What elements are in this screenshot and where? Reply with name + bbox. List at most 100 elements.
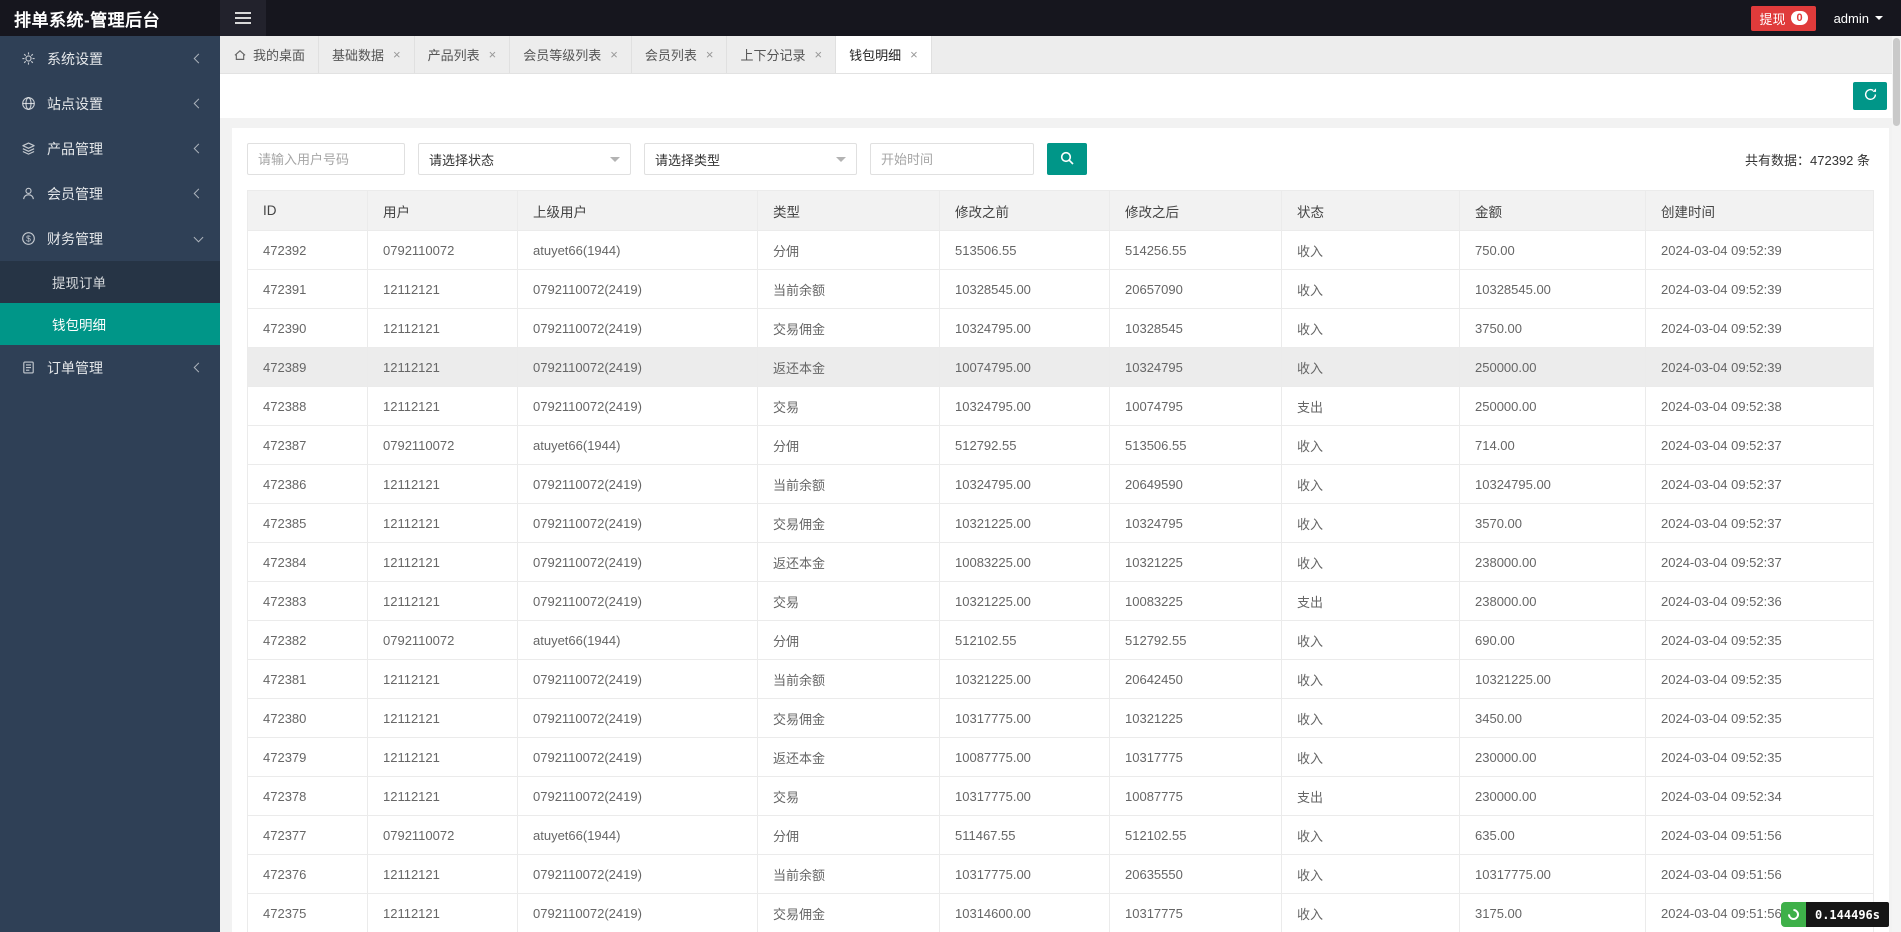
close-icon[interactable]: × xyxy=(610,48,618,61)
type-select[interactable]: 请选择类型 xyxy=(644,143,857,175)
table-cell: 12112121 xyxy=(368,504,518,543)
sidebar-subitem-wallet-details[interactable]: 钱包明细 xyxy=(0,303,220,345)
app-shell: 系统设置站点设置产品管理会员管理 $财务管理提现订单钱包明细订单管理 我的桌面基础… xyxy=(0,36,1901,932)
table-row[interactable]: 4723920792110072atuyet66(1944)分佣513506.5… xyxy=(248,231,1874,270)
close-icon[interactable]: × xyxy=(910,48,918,61)
submenu-finance-management: 提现订单钱包明细 xyxy=(0,261,220,345)
table-row[interactable]: 472388121121210792110072(2419)交易10324795… xyxy=(248,387,1874,426)
sidebar-item-label: 会员管理 xyxy=(47,184,195,204)
trace-time-badge[interactable]: 0.144496s xyxy=(1781,902,1889,927)
status-select-value: 请选择状态 xyxy=(429,150,494,169)
table-cell: 472377 xyxy=(248,816,368,855)
table-row[interactable]: 472380121121210792110072(2419)交易佣金103177… xyxy=(248,699,1874,738)
table-cell: 513506.55 xyxy=(1110,426,1282,465)
table-row[interactable]: 472376121121210792110072(2419)当前余额103177… xyxy=(248,855,1874,894)
column-header: 修改之前 xyxy=(940,191,1110,231)
search-button[interactable] xyxy=(1047,143,1087,175)
table-cell: 2024-03-04 09:52:35 xyxy=(1646,621,1874,660)
table-row[interactable]: 472390121121210792110072(2419)交易佣金103247… xyxy=(248,309,1874,348)
table-cell: 支出 xyxy=(1282,387,1460,426)
sidebar-item-system-settings[interactable]: 系统设置 xyxy=(0,36,220,81)
finance-icon: $ xyxy=(20,231,36,247)
table-cell: 收入 xyxy=(1282,816,1460,855)
tab-member-level-list[interactable]: 会员等级列表× xyxy=(510,36,632,73)
table-row[interactable]: 472385121121210792110072(2419)交易佣金103212… xyxy=(248,504,1874,543)
table-cell: 514256.55 xyxy=(1110,231,1282,270)
tab-label: 我的桌面 xyxy=(253,45,305,64)
tab-member-list[interactable]: 会员列表× xyxy=(632,36,728,73)
table-cell: 10317775.00 xyxy=(940,777,1110,816)
table-cell: atuyet66(1944) xyxy=(518,816,758,855)
table-cell: 472379 xyxy=(248,738,368,777)
table-cell: 12112121 xyxy=(368,894,518,932)
user-number-input[interactable] xyxy=(247,143,405,175)
table-cell: 2024-03-04 09:52:34 xyxy=(1646,777,1874,816)
table-cell: 472392 xyxy=(248,231,368,270)
table-cell: 3570.00 xyxy=(1460,504,1646,543)
refresh-button[interactable] xyxy=(1853,82,1887,110)
table-cell: 472384 xyxy=(248,543,368,582)
table-cell: 472386 xyxy=(248,465,368,504)
sidebar-item-member-management[interactable]: 会员管理 xyxy=(0,171,220,216)
close-icon[interactable]: × xyxy=(814,48,822,61)
table-row[interactable]: 4723870792110072atuyet66(1944)分佣512792.5… xyxy=(248,426,1874,465)
sidebar-subitem-withdraw-orders[interactable]: 提现订单 xyxy=(0,261,220,303)
withdraw-indicator[interactable]: 提现 0 xyxy=(1751,6,1815,31)
chevron-left-icon xyxy=(194,363,204,373)
table-cell: 238000.00 xyxy=(1460,582,1646,621)
sidebar-item-site-settings[interactable]: 站点设置 xyxy=(0,81,220,126)
close-icon[interactable]: × xyxy=(393,48,401,61)
tab-desktop[interactable]: 我的桌面 xyxy=(220,36,319,73)
menu-toggle-icon[interactable] xyxy=(220,0,266,36)
table-row[interactable]: 4723770792110072atuyet66(1944)分佣511467.5… xyxy=(248,816,1874,855)
table-cell: 10321225 xyxy=(1110,699,1282,738)
table-cell: 10324795.00 xyxy=(940,387,1110,426)
table-row[interactable]: 472384121121210792110072(2419)返还本金100832… xyxy=(248,543,1874,582)
tab-wallet-details[interactable]: 钱包明细× xyxy=(836,36,932,73)
table-cell: 10074795.00 xyxy=(940,348,1110,387)
table-row[interactable]: 472379121121210792110072(2419)返还本金100877… xyxy=(248,738,1874,777)
sidebar-item-order-management[interactable]: 订单管理 xyxy=(0,345,220,390)
table-cell: 2024-03-04 09:52:39 xyxy=(1646,309,1874,348)
table-row[interactable]: 472386121121210792110072(2419)当前余额103247… xyxy=(248,465,1874,504)
table-cell: 12112121 xyxy=(368,465,518,504)
table-cell: 10324795.00 xyxy=(1460,465,1646,504)
table-cell: 0792110072 xyxy=(368,621,518,660)
table-cell: 10324795.00 xyxy=(940,465,1110,504)
tab-base-data[interactable]: 基础数据× xyxy=(319,36,415,73)
table-cell: 分佣 xyxy=(758,816,940,855)
scrollbar-thumb[interactable] xyxy=(1893,38,1900,126)
table-row[interactable]: 472375121121210792110072(2419)交易佣金103146… xyxy=(248,894,1874,932)
table-cell: 10317775 xyxy=(1110,738,1282,777)
table-row[interactable]: 4723820792110072atuyet66(1944)分佣512102.5… xyxy=(248,621,1874,660)
table-row[interactable]: 472381121121210792110072(2419)当前余额103212… xyxy=(248,660,1874,699)
table-cell: 交易佣金 xyxy=(758,309,940,348)
scrollbar[interactable] xyxy=(1892,36,1901,932)
table-row[interactable]: 472378121121210792110072(2419)交易10317775… xyxy=(248,777,1874,816)
column-header: 状态 xyxy=(1282,191,1460,231)
content-panel: 请选择状态 请选择类型 共有数据：472392 条 ID用户上级用户类型修改之前… xyxy=(232,128,1889,932)
tab-score-records[interactable]: 上下分记录× xyxy=(727,36,836,73)
table-row[interactable]: 472389121121210792110072(2419)返还本金100747… xyxy=(248,348,1874,387)
table-cell: 10317775 xyxy=(1110,894,1282,932)
close-icon[interactable]: × xyxy=(706,48,714,61)
table-cell: 12112121 xyxy=(368,699,518,738)
sidebar-item-finance-management[interactable]: $财务管理 xyxy=(0,216,220,261)
start-time-input[interactable] xyxy=(870,143,1034,175)
table-cell: 10324795 xyxy=(1110,504,1282,543)
table-cell: 交易 xyxy=(758,777,940,816)
table-cell: 10328545 xyxy=(1110,309,1282,348)
home-icon xyxy=(233,48,247,62)
table-cell: 20642450 xyxy=(1110,660,1282,699)
close-icon[interactable]: × xyxy=(489,48,497,61)
site-icon xyxy=(20,96,36,112)
sidebar-item-product-management[interactable]: 产品管理 xyxy=(0,126,220,171)
table-row[interactable]: 472391121121210792110072(2419)当前余额103285… xyxy=(248,270,1874,309)
table-row[interactable]: 472383121121210792110072(2419)交易10321225… xyxy=(248,582,1874,621)
column-header: 创建时间 xyxy=(1646,191,1874,231)
status-select[interactable]: 请选择状态 xyxy=(418,143,631,175)
tab-product-list[interactable]: 产品列表× xyxy=(415,36,511,73)
main-area: 我的桌面基础数据×产品列表×会员等级列表×会员列表×上下分记录×钱包明细× 请选… xyxy=(220,36,1901,932)
admin-menu[interactable]: admin xyxy=(1834,11,1883,26)
table-cell: atuyet66(1944) xyxy=(518,231,758,270)
